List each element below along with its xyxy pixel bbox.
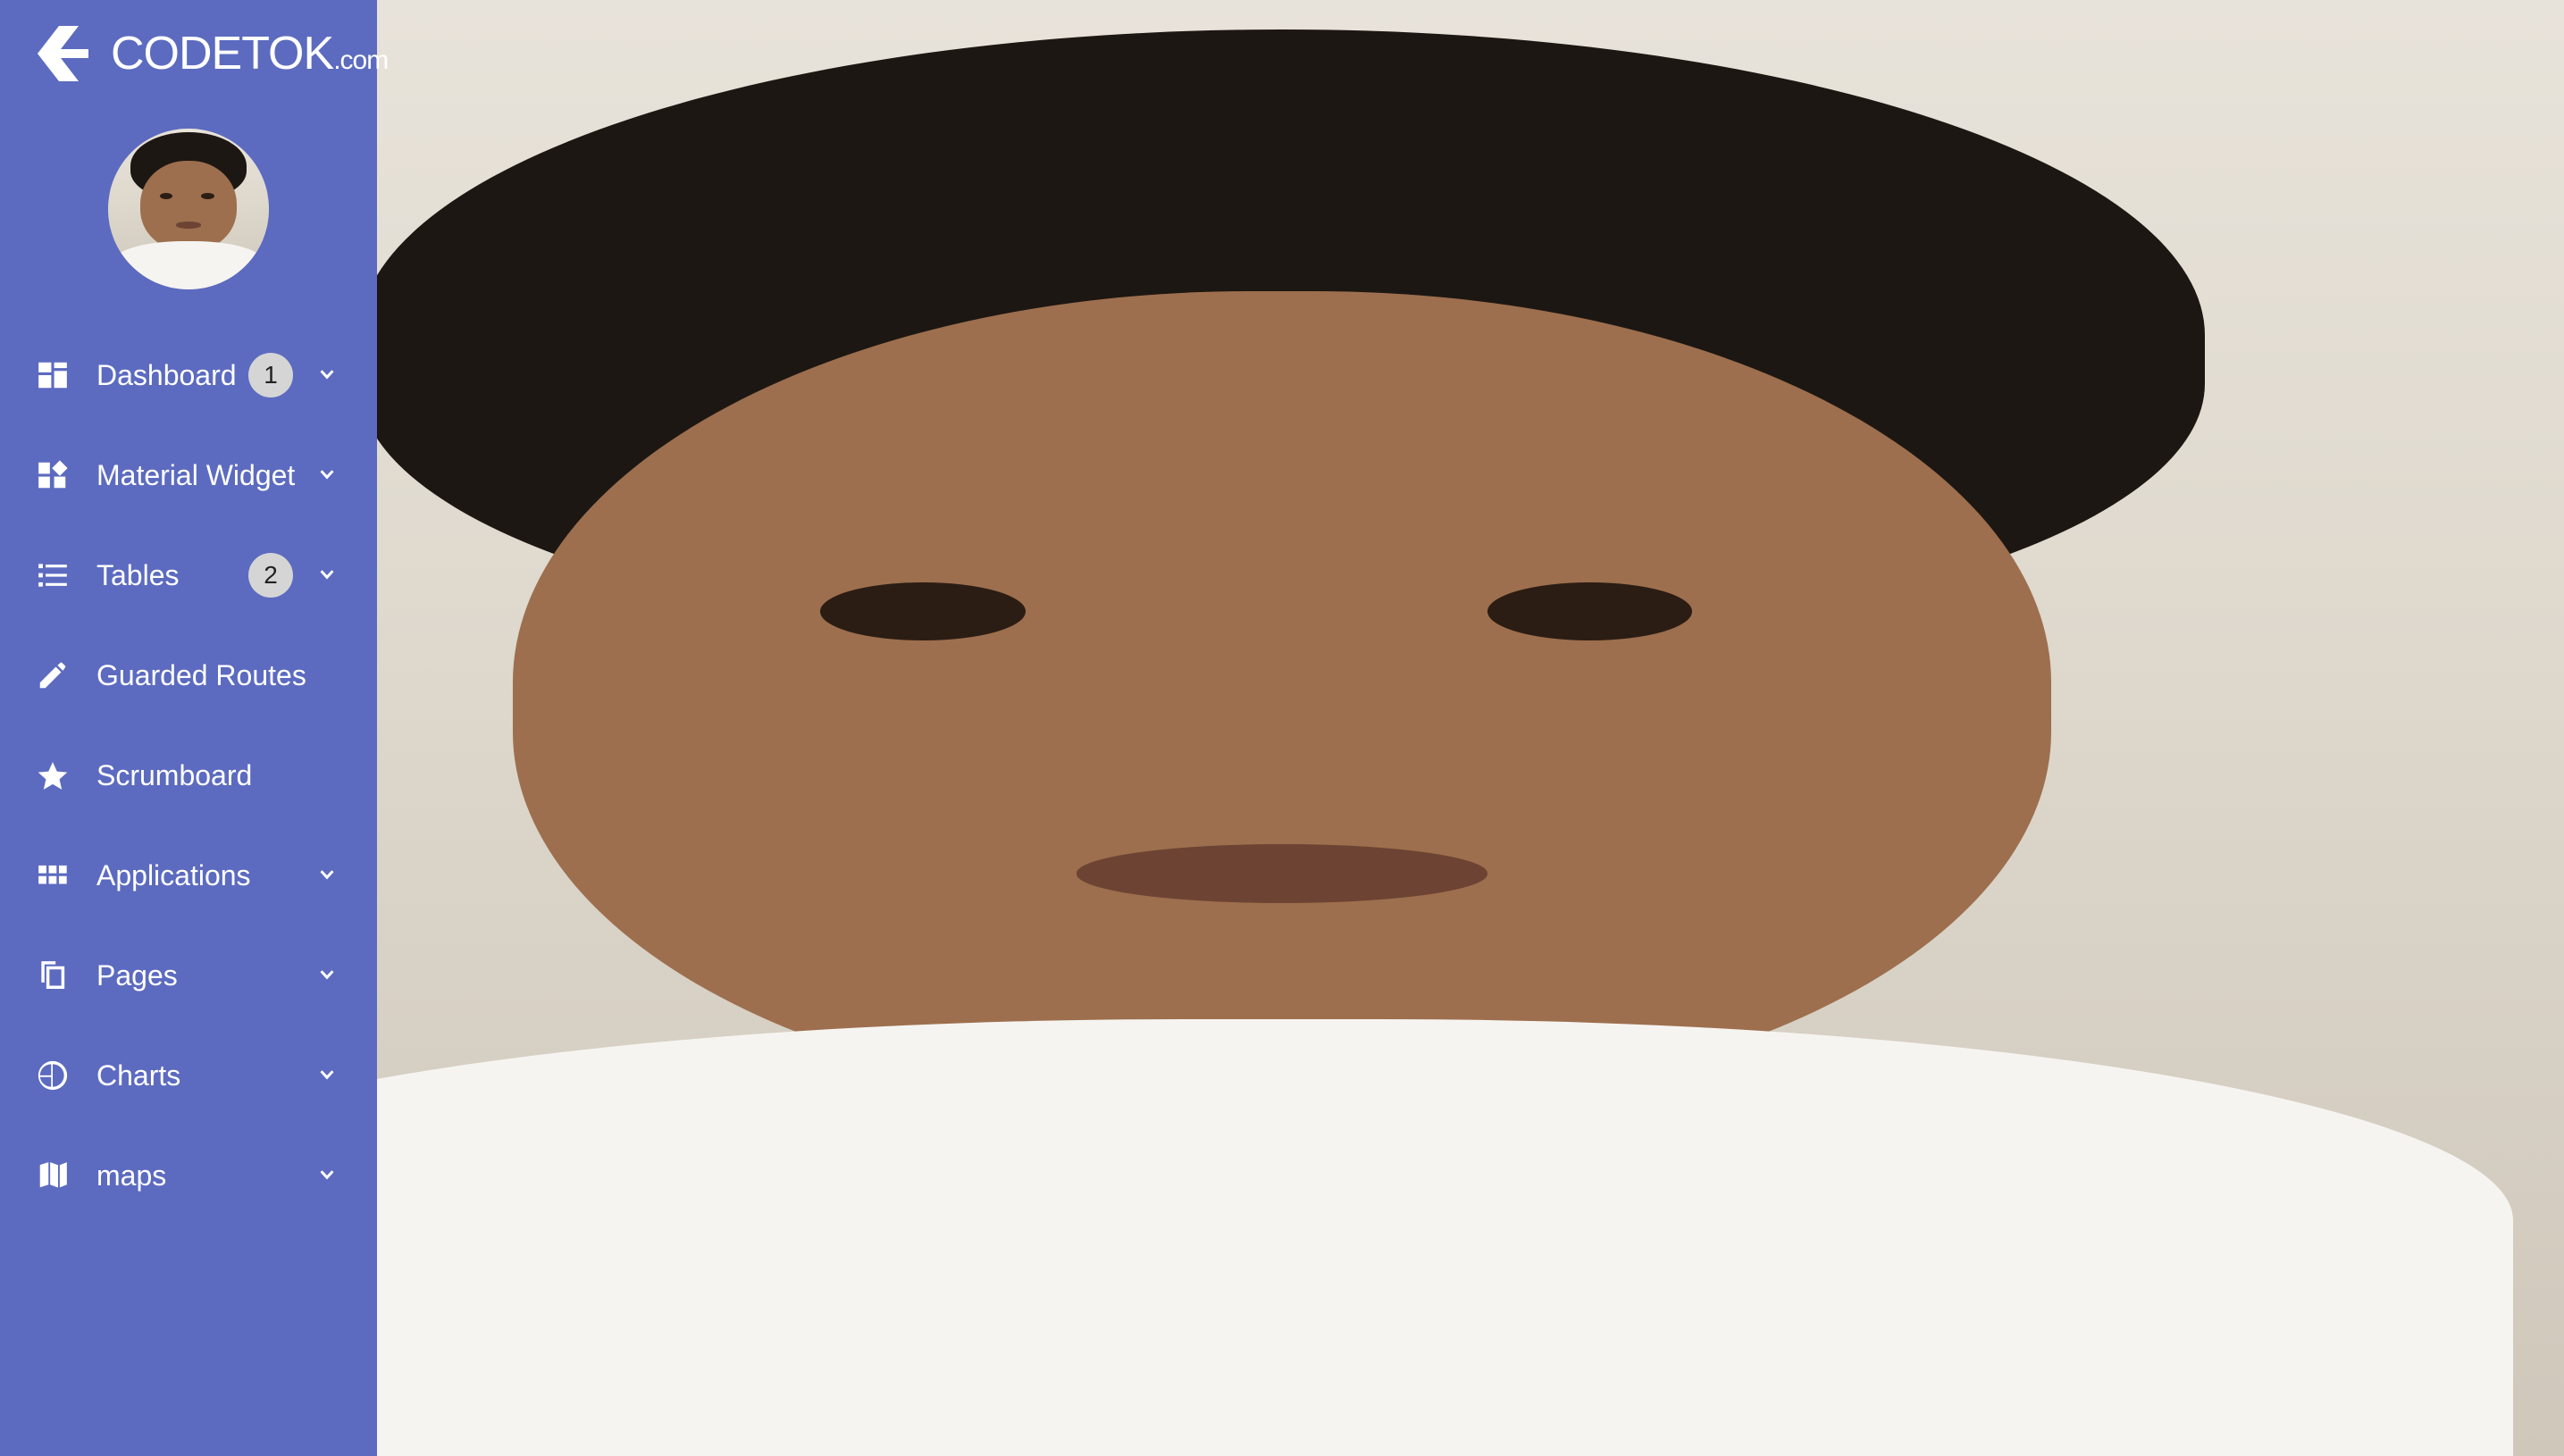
sidebar-item-applications[interactable]: Applications xyxy=(0,825,377,925)
topbar: 3 Hari Krishna xyxy=(0,0,2564,1456)
sidebar-item-guarded-routes[interactable]: Guarded Routes xyxy=(0,625,377,725)
chevron-down-icon[interactable] xyxy=(311,1159,343,1192)
star-icon xyxy=(36,758,86,792)
sidebar-item-label: Tables xyxy=(96,558,180,591)
apps-grid-icon xyxy=(36,858,86,892)
sidebar-item-charts[interactable]: Charts xyxy=(0,1025,377,1125)
sidebar-badge: 1 xyxy=(248,353,293,397)
brand-name: CODETOK.com xyxy=(111,28,389,79)
main-area: 3 Hari Krishna xyxy=(0,0,2564,1456)
tables-icon xyxy=(36,558,86,592)
brand-logo-link[interactable]: CODETOK.com xyxy=(0,0,389,107)
sidebar-nav: Dashboard 1 Material Widget Tables 2 Gua… xyxy=(0,318,377,1456)
sidebar-avatar[interactable] xyxy=(108,129,269,289)
sidebar-profile xyxy=(0,107,377,318)
pencil-icon xyxy=(36,658,86,692)
avatar-photo xyxy=(0,0,2564,1456)
sidebar-item-label: Charts xyxy=(96,1059,181,1092)
sidebar-item-maps[interactable]: maps xyxy=(0,1125,377,1226)
chevron-down-icon[interactable] xyxy=(311,459,343,491)
sidebar-item-label: Guarded Routes xyxy=(96,658,306,691)
chevron-down-icon[interactable] xyxy=(311,1059,343,1092)
sidebar-item-dashboard[interactable]: Dashboard 1 xyxy=(0,325,377,425)
dashboard-app: CODETOK.com Dashboard 1 Material Widget … xyxy=(0,0,2564,1456)
map-icon xyxy=(36,1159,86,1192)
avatar-photo xyxy=(108,129,269,289)
sidebar-item-label: Scrumboard xyxy=(96,758,253,791)
copy-pages-icon xyxy=(36,958,86,992)
chevron-down-icon[interactable] xyxy=(311,959,343,992)
sidebar-item-label: Dashboard xyxy=(96,358,237,391)
pie-chart-icon xyxy=(36,1059,86,1092)
sidebar-item-tables[interactable]: Tables 2 xyxy=(0,525,377,625)
sidebar-item-label: Material Widget xyxy=(96,458,296,491)
sidebar-item-label: Applications xyxy=(96,858,251,891)
sidebar: CODETOK.com Dashboard 1 Material Widget … xyxy=(0,0,389,1456)
sidebar-item-material-widget[interactable]: Material Widget xyxy=(0,425,377,525)
sidebar-badge: 2 xyxy=(248,553,293,598)
sidebar-item-label: maps xyxy=(96,1159,167,1192)
chevron-down-icon[interactable] xyxy=(311,359,343,391)
user-menu[interactable]: Hari Krishna xyxy=(0,0,2564,1456)
sidebar-item-label: Pages xyxy=(96,958,178,992)
chevron-down-icon[interactable] xyxy=(311,559,343,591)
sidebar-item-scrumboard[interactable]: Scrumboard xyxy=(0,725,377,825)
material-widget-icon xyxy=(36,458,86,492)
chevron-down-icon[interactable] xyxy=(311,859,343,891)
sidebar-item-pages[interactable]: Pages xyxy=(0,925,377,1025)
brand-suffix: .com xyxy=(333,46,389,75)
dashboard-icon xyxy=(36,358,86,392)
codetok-logo-icon xyxy=(32,26,98,81)
avatar xyxy=(0,0,2564,1456)
